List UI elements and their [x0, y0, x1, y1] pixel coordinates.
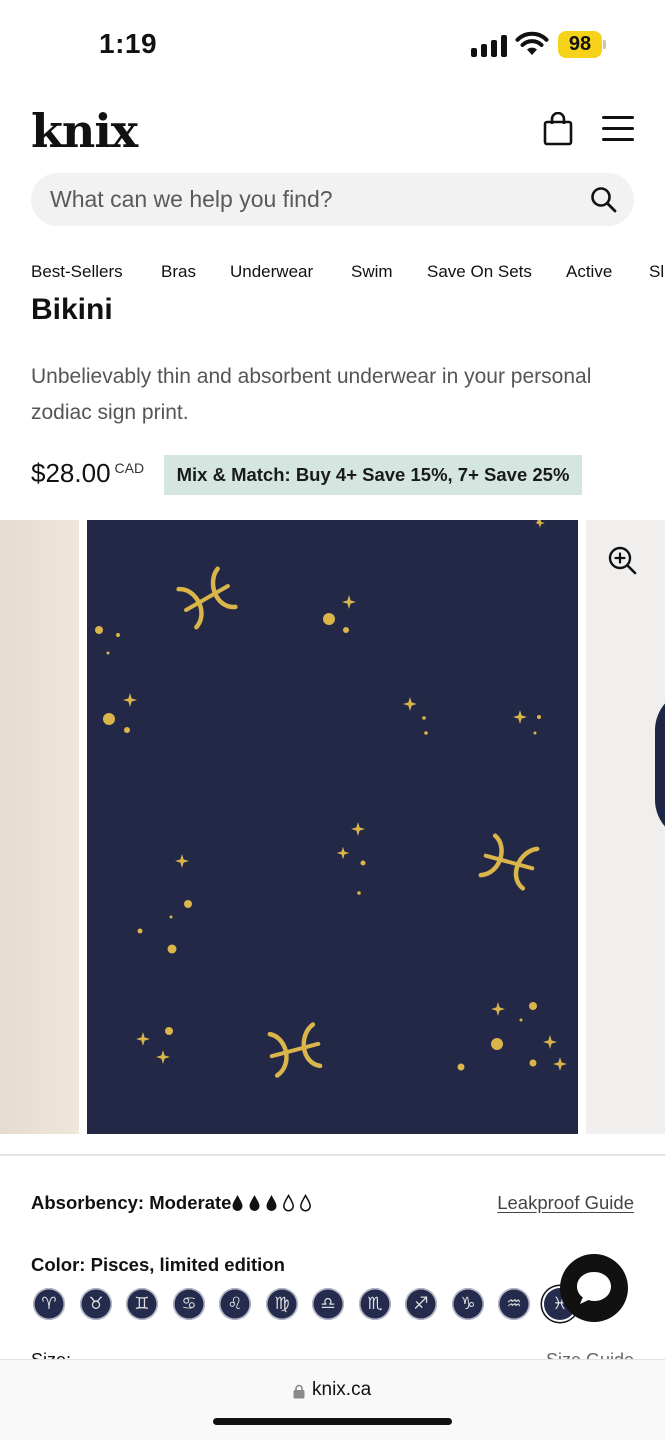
price-value: $28.00 [31, 458, 111, 488]
swatch-sagittarius[interactable]: ♐ [405, 1288, 437, 1320]
color-label: Color: Pisces, limited edition [31, 1254, 285, 1275]
battery-icon: 98 [558, 31, 606, 58]
battery-level: 98 [558, 31, 602, 58]
status-bar: 1:19 98 [0, 0, 665, 90]
status-time: 1:19 [99, 28, 158, 59]
nav-item-sleep[interactable]: Sl [649, 262, 664, 282]
next-product-image[interactable] [586, 520, 665, 1134]
nav-item-save-on-sets[interactable]: Save On Sets [427, 262, 532, 282]
product-print-image[interactable] [87, 520, 578, 1134]
pisces-print-pattern [95, 520, 567, 1134]
leakproof-guide-link[interactable]: Leakproof Guide [497, 1192, 634, 1214]
product-description: Unbelievably thin and absorbent underwea… [31, 365, 592, 424]
wifi-icon [515, 31, 549, 55]
shopping-bag-icon[interactable] [543, 112, 573, 146]
search-icon[interactable] [590, 186, 617, 213]
cellular-signal-icon [471, 35, 507, 57]
zoom-in-icon[interactable] [607, 545, 637, 575]
chat-bubble-icon [577, 1272, 611, 1304]
previous-product-image[interactable] [0, 520, 79, 1134]
search-bar[interactable] [31, 173, 634, 226]
nav-item-underwear[interactable]: Underwear [230, 262, 313, 282]
search-input[interactable] [50, 173, 590, 226]
swatch-cancer[interactable]: ♋ [173, 1288, 205, 1320]
absorbency-label: Absorbency: Moderate [31, 1192, 232, 1213]
swatch-capricorn[interactable]: ♑ [452, 1288, 484, 1320]
drop-empty-icon [300, 1194, 311, 1212]
swatch-virgo[interactable]: ♍ [266, 1288, 298, 1320]
swatch-taurus[interactable]: ♉ [80, 1288, 112, 1320]
price-currency: CAD [114, 460, 145, 476]
nav-item-active[interactable]: Active [566, 262, 612, 282]
product-price: $28.00 CAD [31, 458, 144, 489]
lock-icon [293, 1384, 305, 1399]
swatch-leo[interactable]: ♌ [219, 1288, 251, 1320]
garment-edge [655, 690, 665, 840]
home-indicator[interactable] [213, 1418, 452, 1425]
swatch-gemini[interactable]: ♊ [126, 1288, 158, 1320]
drop-empty-icon [283, 1194, 294, 1212]
hamburger-menu-icon[interactable] [602, 116, 634, 142]
url-text[interactable]: knix.ca [312, 1379, 371, 1401]
swatch-scorpio[interactable]: ♏ [359, 1288, 391, 1320]
swatch-libra[interactable]: ♎ [312, 1288, 344, 1320]
nav-item-swim[interactable]: Swim [351, 262, 393, 282]
section-divider [0, 1154, 665, 1156]
product-image-carousel[interactable] [0, 520, 665, 1134]
knix-logo[interactable]: knix [31, 104, 138, 158]
product-title-area: Astrology Collection Leakproof UltraThin… [0, 290, 665, 350]
promo-badge: Mix & Match: Buy 4+ Save 15%, 7+ Save 25… [164, 455, 582, 495]
nav-item-bras[interactable]: Bras [161, 262, 196, 282]
chat-button[interactable] [560, 1254, 628, 1322]
browser-url-bar[interactable]: knix.ca [0, 1359, 665, 1440]
drop-filled-icon [249, 1195, 260, 1211]
nav-item-best-sellers[interactable]: Best-Sellers [31, 262, 123, 282]
drop-filled-icon [232, 1195, 243, 1211]
product-title: Astrology Collection Leakproof UltraThin… [31, 293, 113, 326]
drop-filled-icon [266, 1195, 277, 1211]
swatch-aries[interactable]: ♈ [33, 1288, 65, 1320]
swatch-aquarius[interactable]: ♒ [498, 1288, 530, 1320]
